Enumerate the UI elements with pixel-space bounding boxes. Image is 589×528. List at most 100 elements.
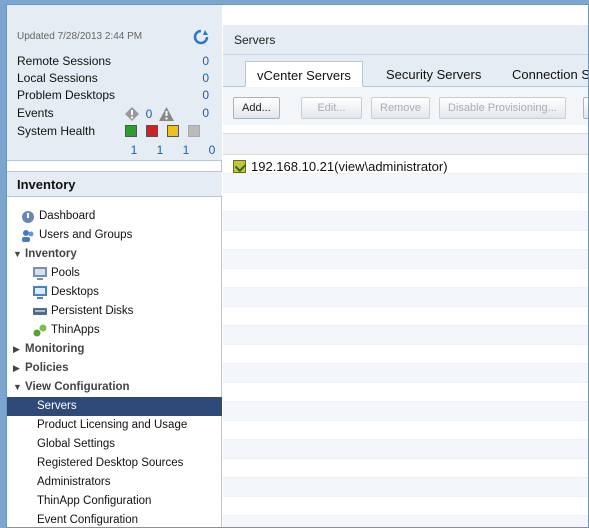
thinapps-icon [33,324,47,337]
error-diamond-icon [125,107,139,121]
table-row [223,421,588,440]
updated-timestamp: Updated 7/28/2013 2:44 PM [17,31,143,42]
table-row [223,497,588,516]
nav-inventory-section[interactable]: ▼ Inventory [7,245,222,264]
desktops-icon [33,286,47,299]
add-button[interactable]: Add... [233,97,280,119]
page-title: Servers [234,33,276,47]
expanded-arrow-icon[interactable]: ▼ [13,382,22,392]
refresh-icon[interactable] [193,29,209,45]
server-table-body [223,155,588,527]
nav-inventory-label: Inventory [25,248,77,260]
table-row [223,250,588,269]
admin-window: Updated 7/28/2013 2:44 PM Remote Session… [6,4,589,528]
nav-pools[interactable]: Pools [7,264,222,283]
nav-persistent-disks-label: Persistent Disks [51,305,134,317]
remove-button[interactable]: Remove [371,97,430,119]
table-row [223,174,588,193]
table-row [223,326,588,345]
nav-global-settings-label: Global Settings [37,438,115,450]
problem-desktops-label: Problem Desktops [17,88,116,102]
nav-registered-desktop-sources[interactable]: Registered Desktop Sources [7,454,222,473]
nav-product-licensing[interactable]: Product Licensing and Usage [7,416,222,435]
summary-panel: Updated 7/28/2013 2:44 PM Remote Session… [7,5,222,161]
table-row [223,440,588,459]
local-sessions-row[interactable]: Local Sessions 0 [7,70,222,87]
tab-connection-servers[interactable]: Connection S [501,61,588,87]
nav-persistent-disks[interactable]: Persistent Disks [7,302,222,321]
nav-policies-section[interactable]: ▶ Policies [7,359,222,378]
nav-administrators[interactable]: Administrators [7,473,222,492]
table-row [223,459,588,478]
problem-desktops-row[interactable]: Problem Desktops 0 [7,87,222,104]
vcenter-server-name[interactable]: 192.168.10.21(view\administrator) [251,159,448,174]
table-row [223,269,588,288]
vcenter-server-entry[interactable]: 192.168.10.21(view\administrator) [233,159,448,174]
table-row [223,364,588,383]
health-red-icon[interactable] [146,125,158,137]
toolbar: Add... Edit... Remove Disable Provisioni… [223,87,588,125]
table-row [223,478,588,497]
server-tabs: vCenter Servers Security Servers Connect… [223,55,588,87]
events-warning-count[interactable]: 0 [202,106,209,120]
nav-thinapp-configuration-label: ThinApp Configuration [37,495,152,507]
problem-desktops-count[interactable]: 0 [202,88,209,102]
table-row [223,383,588,402]
nav-global-settings[interactable]: Global Settings [7,435,222,454]
disable-provisioning-button[interactable]: Disable Provisioning... [439,97,566,119]
nav-view-configuration-section[interactable]: ▼ View Configuration [7,378,222,397]
nav-dashboard[interactable]: Dashboard [7,207,222,226]
table-row [223,307,588,326]
inventory-header: Inventory [7,171,222,197]
health-green-icon[interactable] [125,125,137,137]
users-icon [22,230,34,242]
health-count-unknown[interactable]: 0 [205,143,219,157]
table-row [223,231,588,250]
nav-registered-desktop-sources-label: Registered Desktop Sources [37,457,184,469]
table-row [223,516,588,527]
expanded-arrow-icon[interactable]: ▼ [13,249,22,259]
health-count-red[interactable]: 1 [153,143,167,157]
table-row [223,193,588,212]
local-sessions-label: Local Sessions [17,71,98,85]
health-unknown-icon[interactable] [188,125,200,137]
health-count-yellow[interactable]: 1 [179,143,193,157]
nav-monitoring-label: Monitoring [25,343,85,355]
dashboard-icon [22,211,34,223]
nav-monitoring-section[interactable]: ▶ Monitoring [7,340,222,359]
disk-icon [33,308,47,315]
nav-users-groups-label: Users and Groups [39,229,133,241]
table-row [223,288,588,307]
edit-button[interactable]: Edit... [301,97,362,119]
nav-thinapps-label: ThinApps [51,324,100,336]
remote-sessions-label: Remote Sessions [17,54,112,68]
health-indicators [125,125,200,137]
nav-servers[interactable]: Servers [7,397,222,416]
left-panel: Updated 7/28/2013 2:44 PM Remote Session… [7,5,222,527]
nav-administrators-label: Administrators [37,476,111,488]
remote-sessions-count[interactable]: 0 [202,54,209,68]
system-health-label: System Health [17,124,96,138]
collapsed-arrow-icon[interactable]: ▶ [13,344,20,355]
events-row[interactable]: Events 0 0 [7,105,222,122]
more-button[interactable] [583,97,588,119]
nav-users-groups[interactable]: Users and Groups [7,226,222,245]
nav-event-configuration[interactable]: Event Configuration [7,511,222,527]
tab-security-servers[interactable]: Security Servers [375,61,492,87]
nav-desktops[interactable]: Desktops [7,283,222,302]
vcenter-server-icon [233,160,246,173]
local-sessions-count[interactable]: 0 [202,71,209,85]
collapsed-arrow-icon[interactable]: ▶ [13,363,20,374]
system-health-row[interactable]: System Health [7,123,222,140]
nav-thinapp-configuration[interactable]: ThinApp Configuration [7,492,222,511]
health-count-green[interactable]: 1 [127,143,141,157]
table-row [223,345,588,364]
nav-view-configuration-label: View Configuration [25,381,130,393]
page-header: Servers [223,25,588,55]
tab-vcenter-servers[interactable]: vCenter Servers [245,61,363,87]
main-panel: Servers vCenter Servers Security Servers… [223,5,588,527]
nav-thinapps[interactable]: ThinApps [7,321,222,340]
remote-sessions-row[interactable]: Remote Sessions 0 [7,53,222,70]
health-yellow-icon[interactable] [167,125,179,137]
events-error-count[interactable]: 0 [143,107,155,121]
